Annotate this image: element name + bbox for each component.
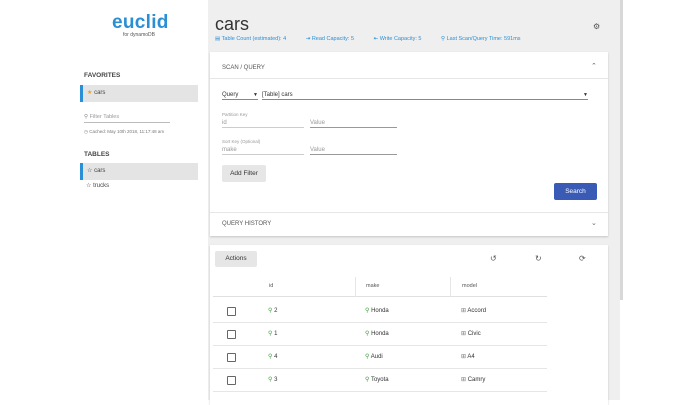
dropdown-arrow-icon: ▼ (253, 92, 258, 98)
sidebar-item-label: cars (94, 168, 106, 174)
cell-model[interactable]: ⊞ Accord (461, 307, 486, 314)
column-header-id[interactable]: id (269, 283, 273, 289)
chevron-up-icon[interactable]: ⌃ (591, 62, 597, 70)
search-icon: ⚲ (365, 308, 370, 314)
scan-query-heading[interactable]: SCAN / QUERY (222, 65, 265, 71)
sidebar-item-label: trucks (93, 183, 110, 189)
sidebar: euclid for dynamoDB FAVORITES ★ cars ⚲ F… (0, 0, 208, 400)
document-icon: ⊞ (461, 377, 467, 383)
cached-timestamp: ◷ Cached: May 10th 2018, 11:17:48 am (84, 129, 164, 135)
table-row[interactable]: ⚲ 1 ⚲ Honda ⊞ Civic (213, 323, 547, 346)
scrollbar[interactable] (620, 0, 623, 300)
index-value: [Table] cars (262, 92, 293, 98)
search-icon: ⚲ (268, 377, 273, 383)
row-checkbox[interactable] (227, 330, 236, 339)
document-icon: ⊞ (461, 308, 467, 314)
cell-model[interactable]: ⊞ A4 (461, 353, 475, 360)
star-outline-icon[interactable]: ☆ (87, 168, 92, 174)
favorite-item-cars[interactable]: ★ cars (80, 85, 198, 102)
partition-value-input[interactable]: Value (310, 118, 397, 128)
add-filter-button[interactable]: Add Filter (222, 165, 266, 182)
table-row[interactable]: ⚲ 2 ⚲ Honda ⊞ Accord (213, 300, 547, 323)
search-icon: ⚲ (84, 114, 89, 120)
cell-model[interactable]: ⊞ Camry (461, 376, 485, 383)
cell-make[interactable]: ⚲ Audi (365, 353, 383, 360)
undo-icon[interactable]: ↺ (490, 254, 497, 263)
cell-make[interactable]: ⚲ Toyota (365, 376, 389, 383)
cell-id[interactable]: ⚲ 4 (268, 353, 277, 360)
cell-id[interactable]: ⚲ 3 (268, 376, 277, 383)
dropdown-arrow-icon: ▼ (583, 92, 588, 98)
table-row[interactable]: ⚲ 4 ⚲ Audi ⊞ A4 (213, 346, 547, 369)
star-filled-icon: ★ (87, 90, 93, 96)
search-button[interactable]: Search (554, 183, 597, 200)
row-checkbox[interactable] (227, 353, 236, 362)
index-select[interactable]: [Table] cars ▼ (262, 90, 588, 100)
gear-icon[interactable]: ⚙ (593, 22, 600, 31)
brand-logo: euclid (112, 12, 169, 33)
search-icon: ⚲ (365, 331, 370, 337)
read-capacity-stat: ⇥ Read Capacity: 5 (305, 36, 355, 42)
filter-tables-placeholder: Filter Tables (89, 114, 120, 120)
sort-key-label: Sort Key (Optional) (222, 139, 261, 144)
redo-icon[interactable]: ↻ (535, 254, 542, 263)
search-icon: ⚲ (365, 377, 370, 383)
favorite-item-label: cars (94, 90, 106, 96)
divider (210, 212, 608, 213)
last-scan-stat: ⚲ Last Scan/Query Time: 591ms (441, 36, 521, 42)
column-header-make[interactable]: make (366, 283, 379, 289)
cell-make[interactable]: ⚲ Honda (365, 330, 389, 337)
table-header (213, 277, 547, 297)
tables-heading: TABLES (84, 151, 110, 158)
partition-key-name: id (222, 118, 304, 128)
column-separator (450, 277, 451, 297)
search-icon: ⚲ (268, 331, 273, 337)
cell-make[interactable]: ⚲ Honda (365, 307, 389, 314)
cell-model[interactable]: ⊞ Civic (461, 330, 481, 337)
search-icon: ⚲ (268, 354, 273, 360)
table-stats: ▤ Table Count (estimated): 4 ⇥ Read Capa… (215, 36, 539, 42)
cached-text: Cached: May 10th 2018, 11:17:48 am (89, 129, 165, 134)
table-count-stat: ▤ Table Count (estimated): 4 (215, 36, 287, 42)
query-history-heading[interactable]: QUERY HISTORY (222, 221, 271, 227)
row-checkbox[interactable] (227, 376, 236, 385)
partition-key-label: Partition Key (222, 112, 248, 117)
sidebar-item-trucks[interactable]: ☆ trucks (80, 178, 198, 195)
filter-tables-input[interactable]: ⚲ Filter Tables (84, 111, 170, 123)
column-separator (355, 277, 356, 297)
cell-id[interactable]: ⚲ 2 (268, 307, 277, 314)
clock-icon: ◷ (84, 129, 88, 134)
sort-key-name: make (222, 145, 304, 155)
actions-button[interactable]: Actions (215, 251, 257, 267)
refresh-icon[interactable]: ⟳ (579, 254, 586, 263)
query-mode-select[interactable]: Query ▼ (222, 90, 258, 100)
search-icon: ⚲ (365, 354, 370, 360)
document-icon: ⊞ (461, 354, 467, 360)
query-card (210, 52, 608, 236)
table-row[interactable]: ⚲ 3 ⚲ Toyota ⊞ Camry (213, 369, 547, 392)
cell-id[interactable]: ⚲ 1 (268, 330, 277, 337)
page-title: cars (215, 14, 250, 34)
row-checkbox[interactable] (227, 307, 236, 316)
chevron-down-icon[interactable]: ⌄ (591, 219, 597, 227)
divider (210, 78, 608, 79)
star-outline-icon[interactable]: ☆ (86, 183, 91, 189)
query-mode-value: Query (222, 92, 239, 98)
search-icon: ⚲ (268, 308, 273, 314)
document-icon: ⊞ (461, 331, 467, 337)
column-header-model[interactable]: model (462, 283, 477, 289)
write-capacity-stat: ⇤ Write Capacity: 5 (373, 36, 422, 42)
sort-value-input[interactable]: Value (310, 145, 397, 155)
favorites-heading: FAVORITES (84, 72, 121, 79)
brand-subtitle: for dynamoDB (123, 32, 155, 38)
